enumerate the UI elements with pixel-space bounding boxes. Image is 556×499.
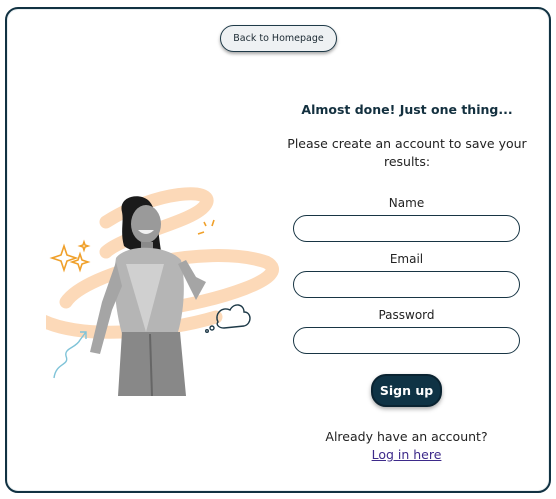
arrow-icon (53, 331, 87, 379)
name-label: Name (388, 196, 425, 210)
login-link[interactable]: Log in here (293, 447, 520, 462)
email-field[interactable] (293, 271, 520, 298)
hero-illustration (46, 187, 280, 397)
signup-instructions: Please create an account to save your re… (287, 136, 527, 169)
password-label: Password (378, 308, 435, 322)
back-to-homepage-button[interactable]: Back to Homepage (220, 25, 337, 52)
email-label: Email (389, 252, 424, 266)
name-field[interactable] (293, 215, 520, 242)
page-title: Almost done! Just one thing... (301, 102, 513, 117)
login-prompt: Already have an account? (325, 429, 488, 444)
sign-up-button[interactable]: Sign up (371, 374, 442, 407)
password-field[interactable] (293, 327, 520, 354)
